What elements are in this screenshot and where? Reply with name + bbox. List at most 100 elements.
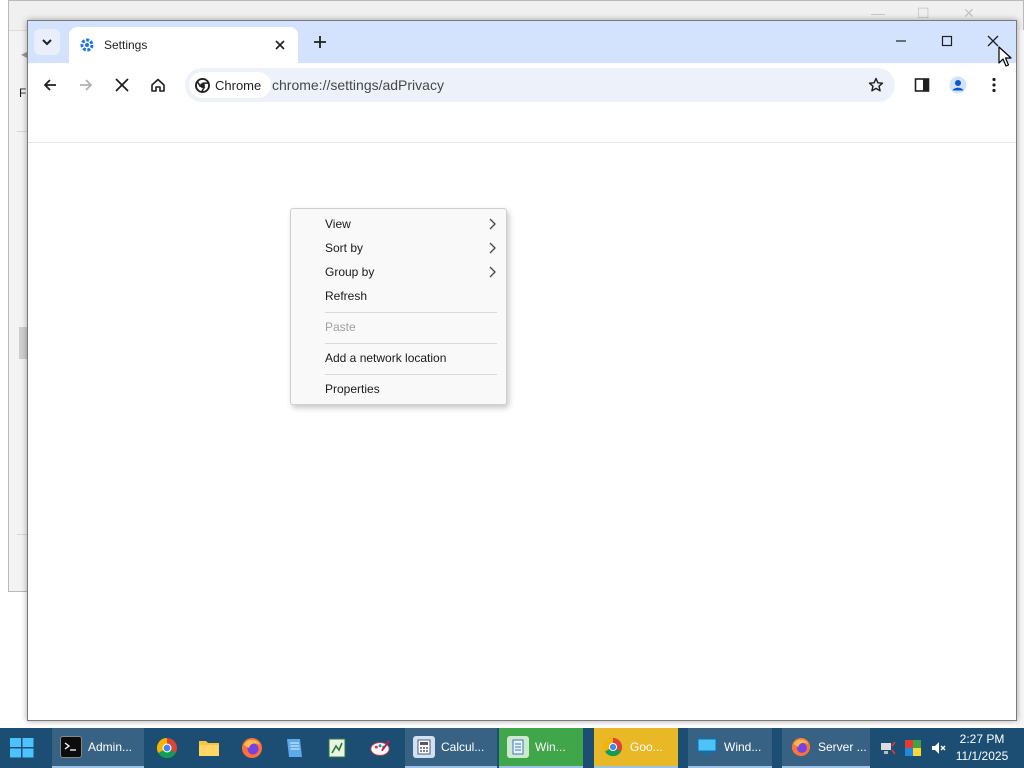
taskbar-item-server-firefox[interactable]: Server ... [782,728,870,768]
context-menu-item-properties[interactable]: Properties [291,377,506,401]
profile-button[interactable] [944,71,972,99]
paint-icon [370,740,390,756]
taskbar-pin-paint[interactable] [369,737,391,759]
forward-button[interactable] [72,71,100,99]
taskbar-item-label: Admin... [88,740,133,754]
taskbar-item-label: Wind... [724,740,762,754]
taskbar-item-calculator[interactable]: Calcul... [405,728,497,768]
context-menu-item-refresh[interactable]: Refresh [291,284,506,308]
context-menu-item-add-network-location[interactable]: Add a network location [291,346,506,370]
home-icon [151,78,165,92]
context-menu: View Sort by Group by Refresh Paste Add … [290,208,507,405]
taskbar: Admin... Calcul... Win... Goo... Wind...… [0,728,1024,768]
browser-toolbar: Chrome chrome://settings/adPrivacy [28,63,1016,107]
context-menu-item-view[interactable]: View [291,212,506,236]
context-menu-item-sort-by[interactable]: Sort by [291,236,506,260]
context-menu-separator [325,374,497,375]
taskbar-item-label: Win... [535,740,566,754]
chrome-icon [156,737,177,759]
tab-search-button[interactable] [34,29,60,55]
omnibox[interactable]: Chrome chrome://settings/adPrivacy [185,68,895,102]
spreadsheet-icon [328,738,346,758]
taskbar-item-label: Server ... [818,740,867,754]
context-menu-separator [325,312,497,313]
chevron-right-icon [489,218,496,230]
taskbar-pin-firefox[interactable] [241,737,263,759]
settings-gear-icon [79,37,95,53]
side-panel-button[interactable] [908,71,936,99]
avatar-icon [949,76,967,94]
maximize-button[interactable] [924,28,970,54]
chrome-window: Settings Chrome chrome://settings/adPriv… [27,20,1017,721]
chevron-down-icon [42,39,52,46]
context-menu-label: Properties [325,382,380,396]
stop-loading-button[interactable] [108,71,136,99]
new-tab-button[interactable] [308,30,332,54]
context-menu-label: Add a network location [325,351,447,365]
context-menu-label: Refresh [325,289,368,303]
bg-window-edge [1016,30,1024,730]
chevron-right-icon [489,242,496,254]
bg-minimize-icon: — [871,5,885,21]
tab-strip: Settings [28,21,1016,63]
context-menu-label: View [325,217,351,231]
back-button[interactable] [36,71,64,99]
monitor-icon [696,736,718,758]
page-header-divider [28,142,1016,143]
context-menu-label: Paste [325,320,356,334]
context-menu-separator [325,343,497,344]
chrome-icon [602,736,624,758]
taskbar-item-label: Calcul... [441,740,485,754]
context-menu-label: Group by [325,265,375,279]
firefox-icon [242,738,262,758]
notepad-icon [507,736,529,758]
kebab-menu-icon [992,77,996,93]
url-text[interactable]: chrome://settings/adPrivacy [272,77,444,93]
tab-settings[interactable]: Settings [69,27,298,63]
chrome-menu-button[interactable] [980,71,1008,99]
taskbar-pin-spreadsheet[interactable] [326,737,348,759]
context-menu-item-group-by[interactable]: Group by [291,260,506,284]
minimize-icon [896,40,906,42]
mouse-cursor-icon [998,46,1012,67]
volume-muted-icon[interactable] [930,740,946,756]
taskbar-item-win-notepad[interactable]: Win... [499,728,583,768]
taskbar-clock[interactable]: 2:27 PM 11/1/2025 [950,731,1014,765]
calculator-icon [413,736,435,758]
tab-title: Settings [104,38,148,52]
bookmark-star-button[interactable] [863,72,889,98]
plus-icon [314,36,326,48]
clock-date: 11/1/2025 [955,749,1009,763]
minimize-button[interactable] [878,28,924,54]
start-button[interactable] [10,738,34,758]
notebook-icon [287,739,302,757]
terminal-icon [60,736,82,758]
context-menu-label: Sort by [325,241,364,255]
site-info-chip[interactable]: Chrome [189,72,272,98]
taskbar-pin-notebook[interactable] [283,737,305,759]
color-picker-icon[interactable] [905,740,921,756]
stop-icon [115,78,129,92]
site-chip-label: Chrome [215,77,262,93]
taskbar-item-google-chrome[interactable]: Goo... [594,728,678,768]
taskbar-pin-file-explorer[interactable] [198,737,220,759]
network-tools-icon[interactable] [880,740,896,756]
taskbar-item-admin[interactable]: Admin... [52,728,144,768]
back-arrow-icon [43,79,56,91]
taskbar-item-label: Goo... [630,740,663,754]
folder-icon [199,741,219,756]
side-panel-icon [914,78,930,92]
context-menu-item-paste: Paste [291,315,506,339]
taskbar-pin-chrome[interactable] [156,737,178,759]
windows-logo-icon [10,738,34,758]
chevron-right-icon [489,266,496,278]
home-button[interactable] [144,71,172,99]
tab-close-icon[interactable] [272,37,288,53]
clock-time: 2:27 PM [959,732,1005,746]
forward-arrow-icon [80,79,93,91]
chrome-logo-icon [195,77,210,93]
taskbar-item-windows-remote[interactable]: Wind... [688,728,772,768]
star-icon [868,77,884,92]
maximize-icon [941,35,953,47]
firefox-icon [790,736,812,758]
